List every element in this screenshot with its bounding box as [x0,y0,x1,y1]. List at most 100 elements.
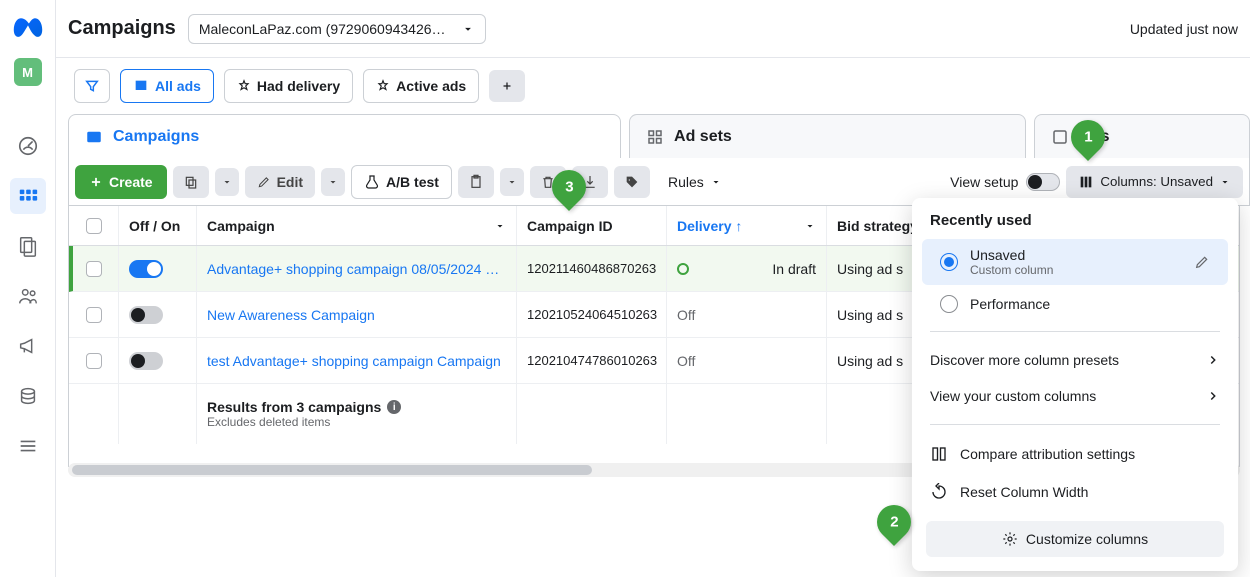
edit-button[interactable]: Edit [245,166,315,198]
campaign-name-link[interactable]: Advantage+ shopping campaign 08/05/2024 … [207,261,499,277]
account-name: MaleconLaPaz.com (9729060943426… [199,21,446,37]
reset-icon [930,483,948,501]
filter-button[interactable] [74,69,110,103]
tab-adsets-label: Ad sets [674,128,732,146]
left-sidebar: M [0,0,56,577]
summary-title: Results from 3 campaigns [207,399,381,415]
view-setup: View setup [950,173,1060,191]
paste-more-button[interactable] [500,168,524,196]
columns-label: Columns: Unsaved [1100,174,1213,189]
abtest-button[interactable]: A/B test [351,165,452,199]
tab-campaigns[interactable]: Campaigns [68,114,621,158]
row-toggle[interactable] [129,352,163,370]
campaign-id: 120211460486870263 [517,246,667,291]
status-draft-icon [677,263,689,275]
select-all-checkbox[interactable] [86,218,102,234]
columns-button[interactable]: Columns: Unsaved [1066,166,1243,198]
view-custom-columns[interactable]: View your custom columns [912,378,1238,414]
view-custom-label: View your custom columns [930,388,1096,404]
active-ads-label: Active ads [396,78,466,94]
radio-checked-icon [940,253,958,271]
reports-icon[interactable] [10,228,46,264]
preset-unsaved-label: Unsaved [970,247,1182,263]
chevron-right-icon [1206,353,1220,367]
edit-label: Edit [277,174,303,190]
columns-popover: Recently used Unsaved Custom column Perf… [912,198,1238,571]
tag-button[interactable] [614,166,650,198]
campaign-id: 120210524064510263 [517,292,667,337]
col-onoff[interactable]: Off / On [119,206,197,245]
chevron-right-icon [1206,389,1220,403]
preset-unsaved-sub: Custom column [970,263,1182,277]
delivery-status: Off [677,353,695,369]
view-setup-toggle[interactable] [1026,173,1060,191]
active-ads-filter[interactable]: Active ads [363,69,479,103]
sort-up-icon: ↑ [735,218,742,234]
edit-more-button[interactable] [321,168,345,196]
campaign-name-link[interactable]: test Advantage+ shopping campaign Campai… [207,353,501,369]
paste-button[interactable] [458,166,494,198]
had-delivery-filter[interactable]: Had delivery [224,69,353,103]
megaphone-icon[interactable] [10,328,46,364]
chevron-down-icon [804,220,816,232]
tab-ads[interactable]: Ads [1034,114,1250,158]
filterbar: All ads Had delivery Active ads [68,58,1250,114]
table-icon[interactable] [10,178,46,214]
duplicate-button[interactable] [173,166,209,198]
callout-2: 2 [877,505,911,551]
tab-adsets[interactable]: Ad sets [629,114,1026,158]
campaign-id: 120210474786010263 [517,338,667,383]
col-delivery[interactable]: Delivery ↑ [667,206,827,245]
billing-icon[interactable] [10,378,46,414]
recently-used-heading: Recently used [912,212,1238,237]
avatar[interactable]: M [14,58,42,86]
row-checkbox[interactable] [86,261,102,277]
abtest-label: A/B test [386,174,439,190]
rules-label: Rules [668,174,704,190]
tab-campaigns-label: Campaigns [113,128,199,146]
gauge-icon[interactable] [10,128,46,164]
compare-icon [930,445,948,463]
preset-unsaved[interactable]: Unsaved Custom column [922,239,1228,285]
preset-performance-label: Performance [970,296,1210,312]
radio-icon [940,295,958,313]
menu-icon[interactable] [10,428,46,464]
row-checkbox[interactable] [86,307,102,323]
col-delivery-label: Delivery [677,218,731,234]
account-dropdown[interactable]: MaleconLaPaz.com (9729060943426… [188,14,486,44]
preset-performance[interactable]: Performance [922,287,1228,321]
all-ads-filter[interactable]: All ads [120,69,214,103]
add-filter-button[interactable] [489,70,525,102]
delivery-status: In draft [772,261,816,277]
compare-label: Compare attribution settings [960,446,1135,462]
col-campaign-label: Campaign [207,218,275,234]
compare-attribution[interactable]: Compare attribution settings [912,435,1238,473]
col-campaign[interactable]: Campaign [197,206,517,245]
delivery-status: Off [677,307,695,323]
row-toggle[interactable] [129,306,163,324]
customize-columns-button[interactable]: Customize columns [926,521,1224,557]
discover-presets[interactable]: Discover more column presets [912,342,1238,378]
discover-label: Discover more column presets [930,352,1119,368]
audience-icon[interactable] [10,278,46,314]
callout-3: 3 [552,170,586,216]
edit-icon[interactable] [1194,254,1210,270]
reset-label: Reset Column Width [960,484,1088,500]
all-ads-label: All ads [155,78,201,94]
campaign-name-link[interactable]: New Awareness Campaign [207,307,375,323]
rules-button[interactable]: Rules [656,166,734,198]
summary-sub: Excludes deleted items [207,415,330,429]
info-icon[interactable]: i [387,400,401,414]
view-setup-label: View setup [950,174,1018,190]
duplicate-more-button[interactable] [215,168,239,196]
create-label: Create [109,174,153,190]
meta-logo-icon[interactable] [12,12,44,44]
col-campaign-id[interactable]: Campaign ID [517,206,667,245]
customize-label: Customize columns [1026,531,1148,547]
page-title: Campaigns [68,17,176,40]
row-checkbox[interactable] [86,353,102,369]
create-button[interactable]: Create [75,165,167,199]
gear-icon [1002,531,1018,547]
reset-column-width[interactable]: Reset Column Width [912,473,1238,511]
row-toggle[interactable] [129,260,163,278]
